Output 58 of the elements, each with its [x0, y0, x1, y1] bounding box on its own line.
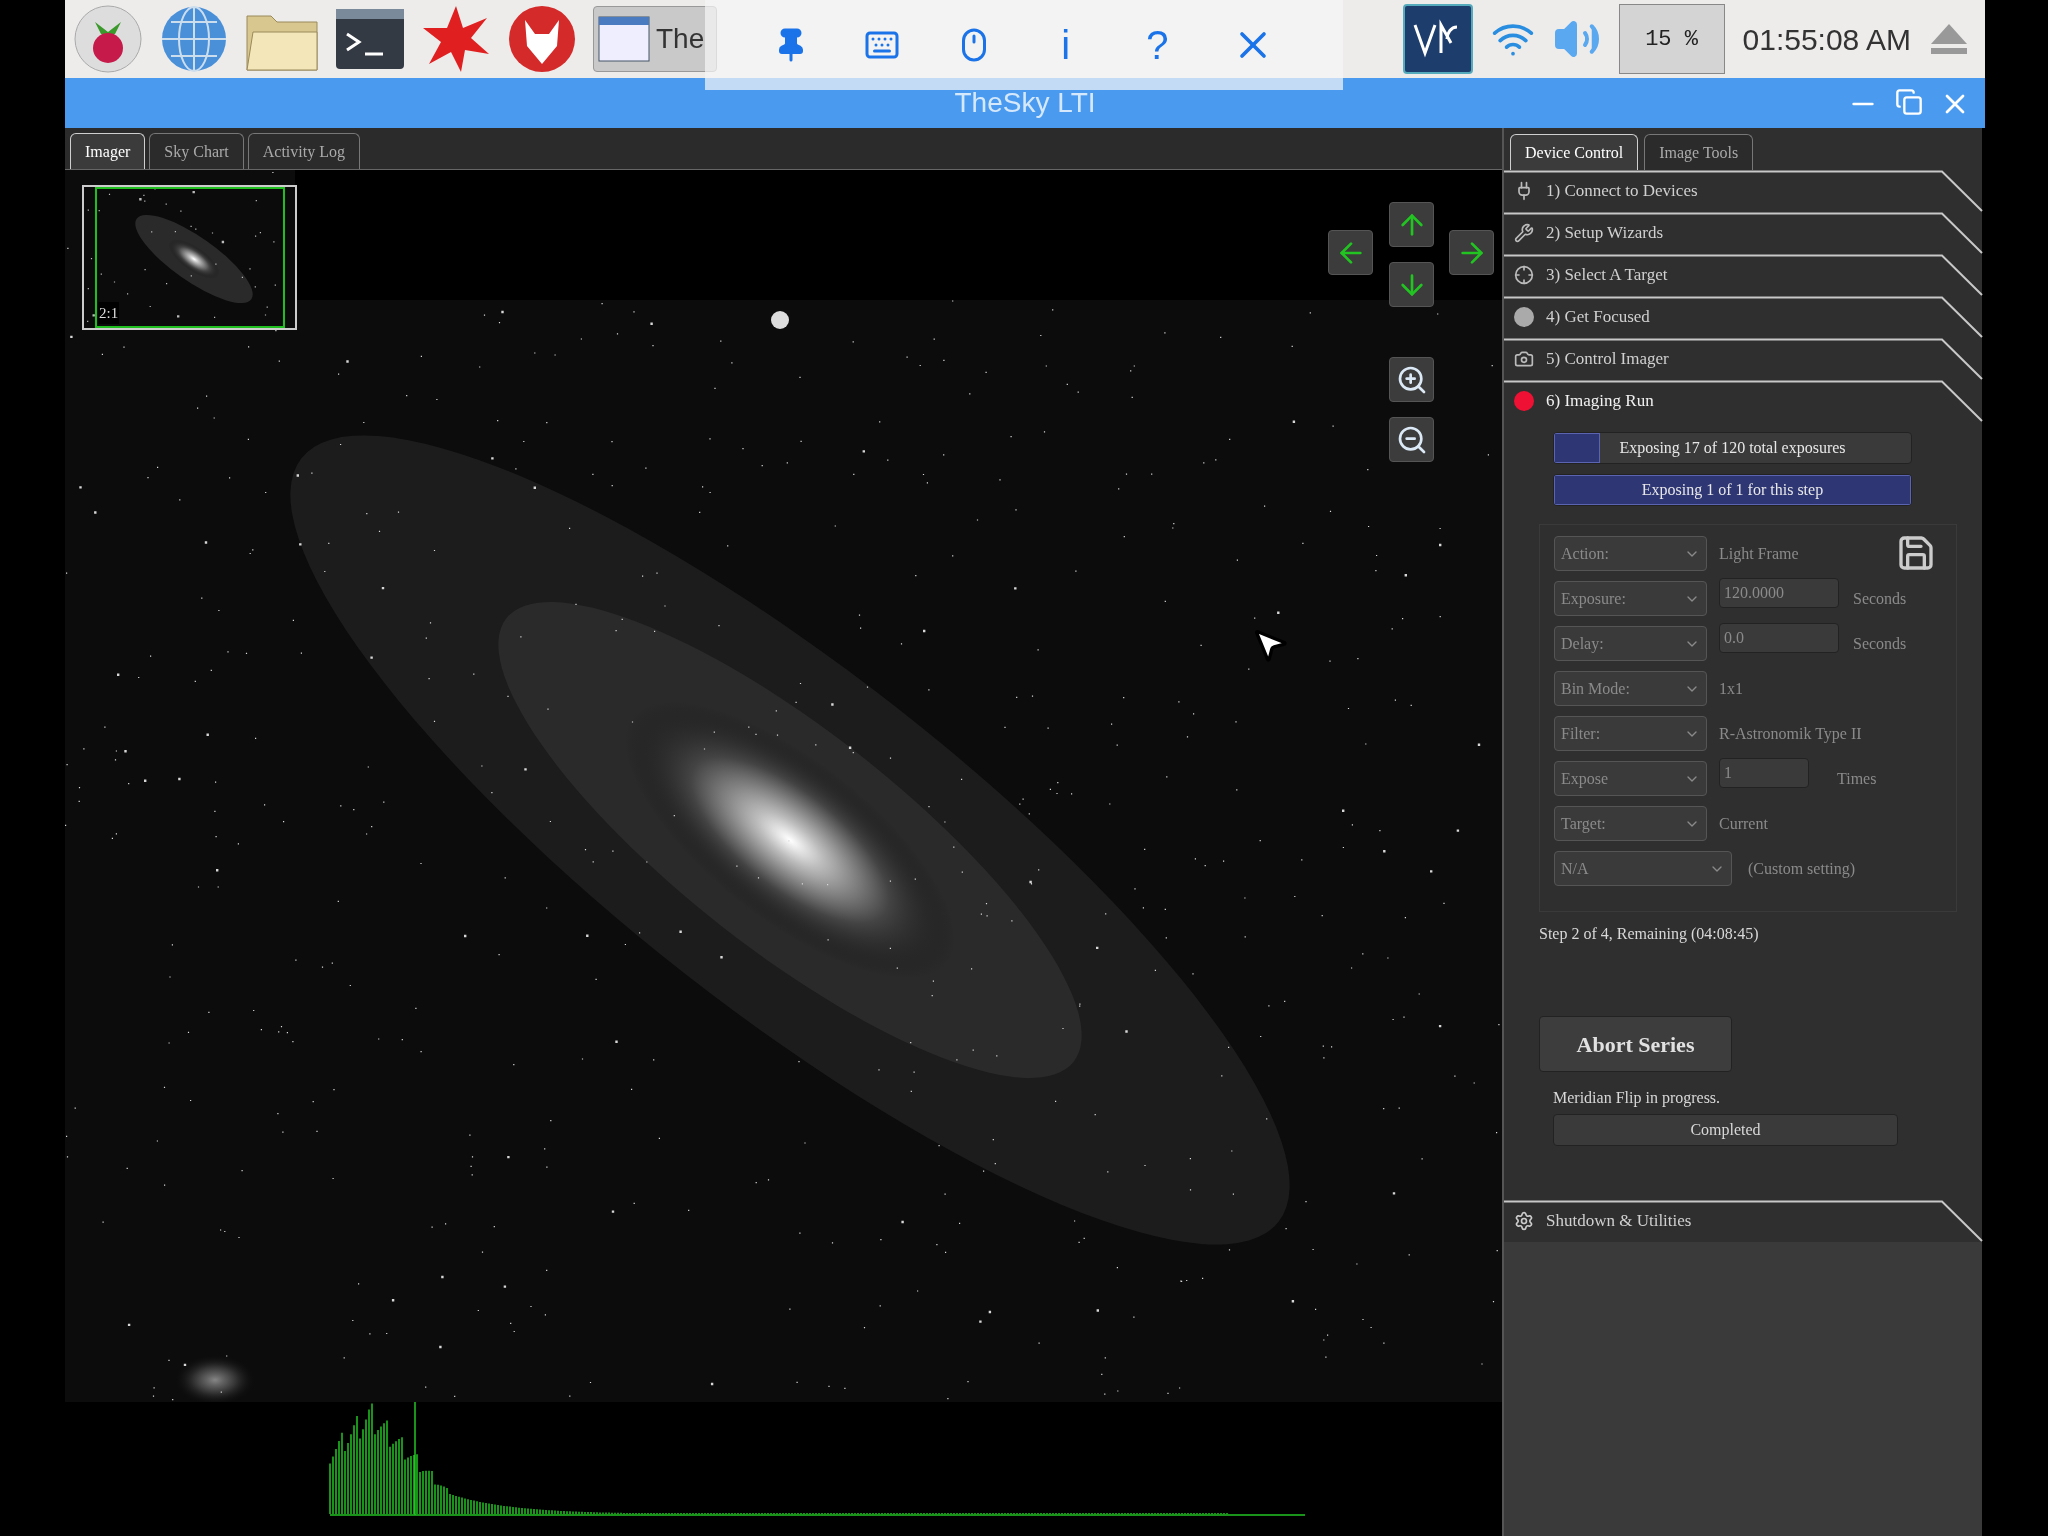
abort-series-button[interactable]: Abort Series: [1539, 1016, 1732, 1072]
cpu-monitor[interactable]: 15 %: [1618, 4, 1725, 74]
focus-icon: [1514, 307, 1534, 327]
dropdown[interactable]: Filter:: [1554, 716, 1707, 751]
unit-label: Seconds: [1853, 588, 1907, 609]
meridian-flip-bar: Completed: [1553, 1114, 1898, 1146]
record-icon: [1514, 391, 1534, 411]
save-icon[interactable]: [1896, 533, 1936, 573]
meridian-flip-status: Meridian Flip in progress.: [1553, 1088, 1722, 1109]
eject-icon[interactable]: [1929, 22, 1969, 56]
dropdown[interactable]: Expose: [1554, 761, 1707, 796]
toolbar-button[interactable]: i: [1047, 25, 1084, 65]
setting-value: (Custom setting): [1748, 858, 1856, 880]
toolbar-button[interactable]: ?: [1139, 25, 1176, 65]
window-icon: [598, 16, 650, 62]
setting-value: Current: [1719, 813, 1768, 834]
tab[interactable]: Sky Chart: [149, 133, 244, 169]
section-header[interactable]: 5) Control Imager: [1504, 338, 1982, 380]
input-field[interactable]: 0.0: [1719, 623, 1839, 653]
vnc-icon[interactable]: [1402, 4, 1473, 74]
dropdown[interactable]: Exposure:: [1554, 581, 1707, 616]
starburst-icon[interactable]: [421, 4, 491, 74]
progress-bar: Exposing 17 of 120 total exposures: [1553, 432, 1912, 464]
input-field[interactable]: 120.0000: [1719, 578, 1839, 608]
window-title: TheSky LTI: [954, 86, 1096, 120]
globe-icon[interactable]: [159, 4, 229, 74]
unit-label: Times: [1837, 768, 1877, 789]
step-status: Step 2 of 4, Remaining (04:08:45): [1539, 924, 1760, 945]
fox-icon[interactable]: [507, 4, 577, 74]
wrench-icon: [1514, 223, 1534, 243]
setting-value: 1x1: [1719, 678, 1743, 699]
section-header[interactable]: 4) Get Focused: [1504, 296, 1982, 338]
terminal-icon[interactable]: [335, 8, 405, 70]
section-header[interactable]: 2) Setup Wizards: [1504, 212, 1982, 254]
setting-value: Light Frame: [1719, 543, 1799, 565]
raspberry-icon[interactable]: [73, 4, 143, 74]
setting-value: R-Astronomik Type II: [1719, 723, 1862, 745]
tab[interactable]: Activity Log: [247, 133, 360, 169]
dropdown[interactable]: N/A: [1554, 851, 1732, 886]
input-field[interactable]: 1: [1719, 758, 1809, 788]
tab[interactable]: Image Tools: [1644, 134, 1754, 170]
progress-bar: Exposing 1 of 1 for this step: [1553, 474, 1912, 506]
tab[interactable]: Imager: [70, 133, 146, 169]
section-header[interactable]: 3) Select A Target: [1504, 254, 1982, 296]
camera-icon: [1514, 349, 1534, 369]
dropdown[interactable]: Bin Mode:: [1554, 671, 1707, 706]
section-header[interactable]: 1) Connect to Devices: [1504, 170, 1982, 212]
section-header[interactable]: 6) Imaging Run: [1504, 380, 1982, 422]
section-header[interactable]: Shutdown & Utilities: [1504, 1200, 1982, 1242]
target-icon: [1514, 265, 1534, 285]
dropdown[interactable]: Delay:: [1554, 626, 1707, 661]
unit-label: Seconds: [1853, 633, 1907, 654]
dropdown[interactable]: Action:: [1554, 536, 1707, 571]
clock[interactable]: 01:55:08 AM: [1742, 16, 1911, 62]
restore-icon[interactable]: [1895, 88, 1923, 116]
dropdown[interactable]: Target:: [1554, 806, 1707, 841]
settings-icon: [1514, 1211, 1534, 1231]
tab[interactable]: Device Control: [1510, 134, 1639, 170]
